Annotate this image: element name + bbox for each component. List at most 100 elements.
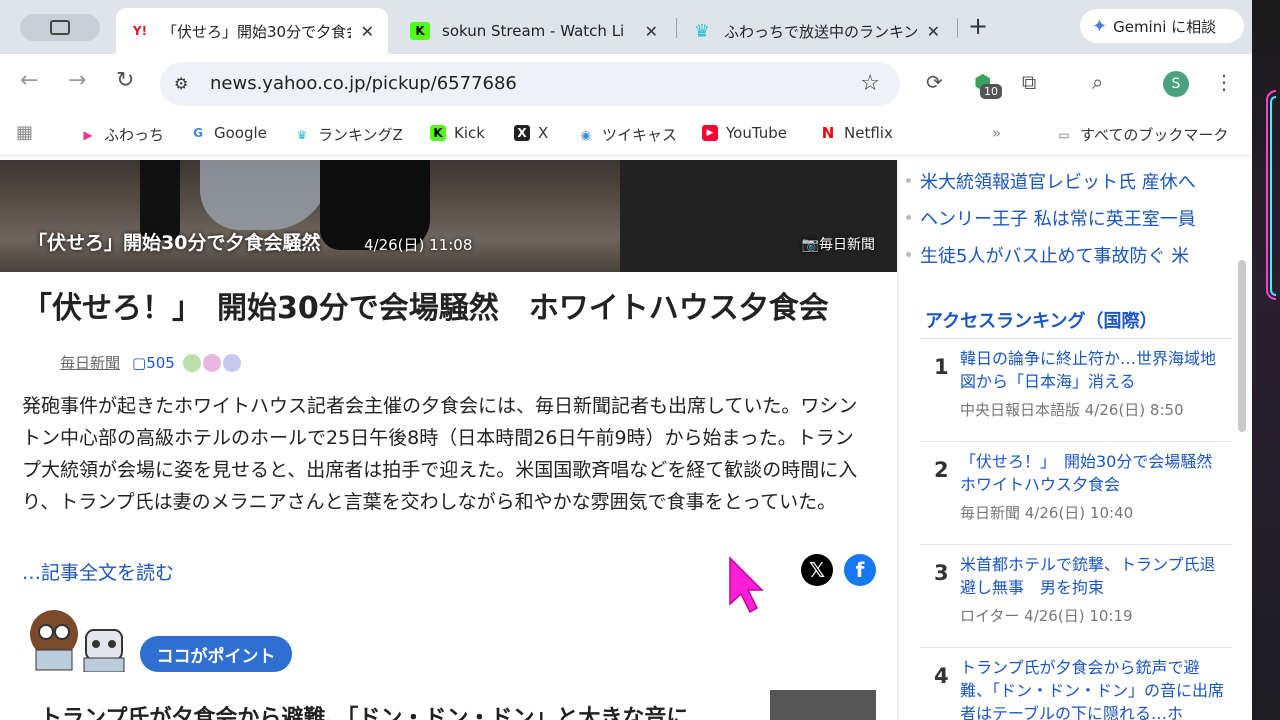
tab-yahoo-news[interactable]: Y! 「伏せろ」開始30分で夕食会 ✕ <box>116 8 388 54</box>
scrollbar-thumb[interactable] <box>1238 260 1246 432</box>
back-icon[interactable]: ← <box>20 68 38 93</box>
tab-search-icon <box>50 20 70 35</box>
bookmark-label: ツイキャス <box>602 126 678 144</box>
reload-icon[interactable]: ↻ <box>116 68 134 93</box>
ranking-meta: 毎日新聞 4/26(日) 10:40 <box>960 504 1134 522</box>
bookmark-x[interactable]: XX <box>514 124 548 142</box>
camera-icon: 📷 <box>801 237 819 253</box>
page-content: 「伏せろ」開始30分で夕食会騒然 4/26(日) 11:08 📷毎日新聞 「伏せ… <box>0 160 1252 720</box>
ranking-title-link[interactable]: 韓日の論争に終止符か…世界海域地図から「日本海」消える <box>960 347 1230 393</box>
kick-icon: K <box>430 125 446 141</box>
ranking-item[interactable]: 4 トランプ氏が夕食会から銃声で避難、「ドン・ドン・ドン」の音に出席者はテーブル… <box>920 647 1232 720</box>
bookmark-label: X <box>538 124 549 142</box>
bookmark-label: YouTube <box>726 124 787 142</box>
bookmark-netflix[interactable]: N Netflix <box>820 124 893 142</box>
bookmark-kick[interactable]: K Kick <box>430 124 485 142</box>
close-tab-icon[interactable]: ✕ <box>361 22 374 41</box>
new-tab-button[interactable]: + <box>968 12 988 40</box>
x-icon: X <box>514 125 530 141</box>
sync-extension-icon[interactable]: ⟳ <box>926 70 943 94</box>
youtube-icon: ▶ <box>702 125 718 141</box>
ranking-number: 3 <box>934 561 949 585</box>
more-bookmarks-chevron-icon[interactable]: » <box>992 124 1001 142</box>
bookmark-youtube[interactable]: ▶ YouTube <box>702 124 787 142</box>
extensions-puzzle-icon[interactable]: ⧉ <box>1022 70 1036 94</box>
comment-count[interactable]: ▢505 <box>132 354 175 372</box>
mouse-cursor-icon <box>729 556 764 614</box>
comment-count-value: 505 <box>146 353 175 372</box>
ranking-item[interactable]: 3 米首都ホテルで銃撃、トランプ氏退避し無事 男を拘束 ロイター 4/26(日)… <box>920 544 1232 647</box>
hero-date: 4/26(日) 11:08 <box>364 236 473 254</box>
bookmark-google[interactable]: G Google <box>190 124 267 142</box>
folder-icon: ▭ <box>1058 127 1070 142</box>
bookmarks-bar: ▦ ▶ ふわっち G Google ♛ ランキングZ K Kick XX ◉ ツイキャス … <box>0 112 1252 156</box>
netflix-icon: N <box>821 124 835 142</box>
reaction-laugh-icon <box>202 353 221 372</box>
ranking-item[interactable]: 1 韓日の論争に終止符か…世界海域地図から「日本海」消える 中央日報日本語版 4… <box>920 338 1232 440</box>
tab-search-button[interactable] <box>20 14 100 41</box>
tab-separator <box>957 18 958 38</box>
hero-photo-shape <box>200 160 330 230</box>
share-facebook-icon[interactable]: f <box>844 554 876 586</box>
bookmark-label: ふわっち <box>104 126 165 144</box>
point-thumbnail[interactable] <box>770 690 876 720</box>
kick-favicon-icon: K <box>410 22 430 40</box>
related-link[interactable]: 生徒5人がバス止めて事故防ぐ 米 <box>905 242 1189 268</box>
gemini-sparkle-icon: ✦ <box>1092 15 1108 37</box>
ranking-number: 1 <box>934 355 949 379</box>
tab-separator <box>676 18 677 38</box>
bookmark-fuwacchi[interactable]: ▶ ふわっち <box>80 124 164 145</box>
profile-avatar[interactable]: S <box>1163 71 1189 97</box>
article-body: 発砲事件が起きたホワイトハウス記者会主催の夕食会には、毎日新聞記者も出席していた… <box>22 395 858 513</box>
ranking-title-link[interactable]: 「伏せろ！」 開始30分で会場騒然 ホワイトハウス夕食会 <box>960 450 1230 496</box>
forward-icon[interactable]: → <box>68 68 86 93</box>
sidebar: 米大統領報道官レビット氏 産休へ ヘンリー王子 私は常に英王室一員 生徒5人がバ… <box>904 160 1234 720</box>
reaction-think-icon <box>222 353 241 372</box>
related-link[interactable]: 米大統領報道官レビット氏 産休へ <box>906 168 1196 194</box>
ranking-number: 4 <box>934 664 949 688</box>
ranking-meta: ロイター 4/26(日) 10:19 <box>960 607 1133 625</box>
article-source-link[interactable]: 毎日新聞 <box>60 352 120 373</box>
bookmark-label: Kick <box>454 124 485 142</box>
desktop-edge <box>1252 0 1280 720</box>
article-title: 「伏せろ！」 開始30分で会場騒然 ホワイトハウス夕食会 <box>22 291 829 326</box>
bookmark-label: Google <box>214 124 267 142</box>
point-headline[interactable]: トランプ氏が夕食会から避難、「ドン・ドン・ドン」と大きな音に <box>40 700 688 720</box>
hero-caption: 「伏せろ」開始30分で夕食会騒然 <box>28 232 321 254</box>
close-tab-icon[interactable]: ✕ <box>927 22 940 41</box>
ranking-meta: 中央日報日本語版 4/26(日) 8:50 <box>960 401 1184 419</box>
neon-decoration <box>1270 96 1276 296</box>
mascot-icon <box>30 610 125 672</box>
bookmark-label: Netflix <box>844 124 893 142</box>
site-settings-icon[interactable]: ⚙ <box>174 74 194 94</box>
tab-fuwacchi-ranking[interactable]: ♛ ふわっちで放送中のランキン ✕ <box>678 8 954 54</box>
reading-mode-icon[interactable]: ⌕ <box>1092 70 1103 94</box>
hero-image[interactable]: 「伏せろ」開始30分で夕食会騒然 4/26(日) 11:08 📷毎日新聞 <box>0 160 897 272</box>
address-bar[interactable]: ⚙ news.yahoo.co.jp/pickup/6577686 ☆ <box>160 62 900 106</box>
reaction-smile-icon <box>182 353 201 372</box>
bookmark-rankingz[interactable]: ♛ ランキングZ <box>294 124 403 145</box>
hero-source-label: 毎日新聞 <box>819 237 875 253</box>
menu-icon[interactable]: ⋮ <box>1214 70 1234 94</box>
ranking-title-link[interactable]: 米首都ホテルで銃撃、トランプ氏退避し無事 男を拘束 <box>960 553 1230 599</box>
column-divider <box>897 160 899 720</box>
read-more-link[interactable]: …記事全文を読む <box>22 558 174 585</box>
bookmark-star-icon[interactable]: ☆ <box>860 71 880 96</box>
bookmark-twitcasting[interactable]: ◉ ツイキャス <box>578 124 677 145</box>
related-link[interactable]: ヘンリー王子 私は常に英王室一員 <box>906 205 1196 231</box>
tab-kick-stream[interactable]: K sokun Stream - Watch Li ✕ <box>396 8 672 54</box>
gemini-button[interactable]: ✦ Gemini に相談 <box>1080 9 1244 43</box>
point-badge[interactable]: ココがポイント <box>140 636 292 672</box>
ranking-item[interactable]: 2 「伏せろ！」 開始30分で会場騒然 ホワイトハウス夕食会 毎日新聞 4/26… <box>920 441 1232 544</box>
comment-icon: ▢ <box>132 353 147 372</box>
hero-photo-shape <box>620 160 897 272</box>
close-tab-icon[interactable]: ✕ <box>645 22 658 41</box>
yahoo-favicon-icon: Y! <box>132 24 148 38</box>
ranking-title: アクセスランキング（国際） <box>925 311 1158 332</box>
all-bookmarks-folder[interactable]: ▭ すべてのブックマーク <box>1056 124 1228 145</box>
share-x-icon[interactable]: 𝕏 <box>801 554 833 586</box>
ranking-title-link[interactable]: トランプ氏が夕食会から銃声で避難、「ドン・ドン・ドン」の音に出席者はテーブルの下… <box>960 656 1230 720</box>
url-text[interactable]: news.yahoo.co.jp/pickup/6577686 <box>210 73 517 94</box>
tab-bar: Y! 「伏せろ」開始30分で夕食会 ✕ K sokun Stream - Wat… <box>0 0 1252 54</box>
apps-grid-icon[interactable]: ▦ <box>16 122 33 143</box>
